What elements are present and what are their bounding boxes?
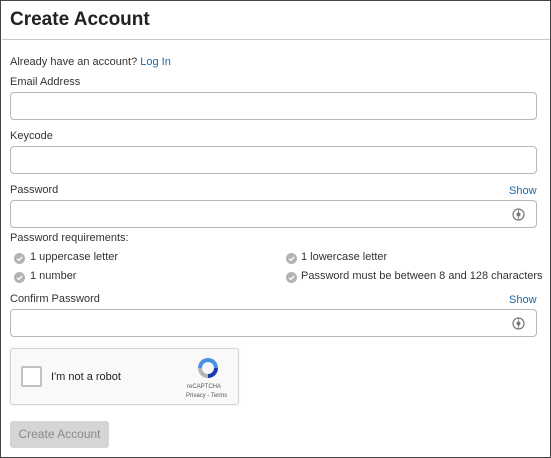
confirm-password-field[interactable] bbox=[10, 309, 537, 337]
requirement-number: 1 number bbox=[30, 270, 77, 282]
keycode-label: Keycode bbox=[10, 130, 53, 142]
title-divider bbox=[2, 39, 550, 40]
check-circle-icon bbox=[286, 253, 297, 264]
create-account-button[interactable]: Create Account bbox=[10, 421, 109, 448]
create-account-form: Create Account Already have an account? … bbox=[0, 0, 551, 458]
recaptcha-privacy-link[interactable]: Privacy bbox=[186, 393, 206, 399]
page-title: Create Account bbox=[10, 9, 150, 30]
recaptcha-terms-link[interactable]: Terms bbox=[211, 393, 227, 399]
keycode-field[interactable] bbox=[10, 146, 537, 174]
check-circle-icon bbox=[14, 272, 25, 283]
email-field[interactable] bbox=[10, 92, 537, 120]
requirements-heading: Password requirements: bbox=[10, 232, 129, 244]
recaptcha-brand: reCAPTCHA bbox=[187, 384, 222, 390]
check-circle-icon bbox=[14, 253, 25, 264]
confirm-password-show-toggle[interactable]: Show bbox=[509, 294, 537, 306]
requirement-lowercase: 1 lowercase letter bbox=[301, 251, 388, 263]
requirement-length: Password must be between 8 and 128 chara… bbox=[301, 270, 543, 282]
password-show-toggle[interactable]: Show bbox=[509, 185, 537, 197]
recaptcha-logo-icon bbox=[198, 358, 218, 378]
recaptcha-label: I'm not a robot bbox=[51, 371, 121, 383]
password-field[interactable] bbox=[10, 200, 537, 228]
requirement-uppercase: 1 uppercase letter bbox=[30, 251, 119, 263]
recaptcha-checkbox[interactable] bbox=[21, 366, 42, 387]
eye-icon[interactable] bbox=[512, 208, 525, 221]
login-prompt-text: Already have an account? bbox=[10, 56, 138, 68]
check-circle-icon bbox=[286, 272, 297, 283]
login-prompt: Already have an account? Log In bbox=[10, 56, 171, 68]
recaptcha-links: Privacy - Terms bbox=[186, 393, 227, 399]
eye-icon[interactable] bbox=[512, 317, 525, 330]
confirm-password-label: Confirm Password bbox=[10, 293, 100, 305]
recaptcha-widget: I'm not a robot reCAPTCHA Privacy - Term… bbox=[10, 348, 239, 405]
password-label: Password bbox=[10, 184, 59, 196]
email-label: Email Address bbox=[10, 76, 81, 88]
login-link[interactable]: Log In bbox=[140, 56, 171, 68]
